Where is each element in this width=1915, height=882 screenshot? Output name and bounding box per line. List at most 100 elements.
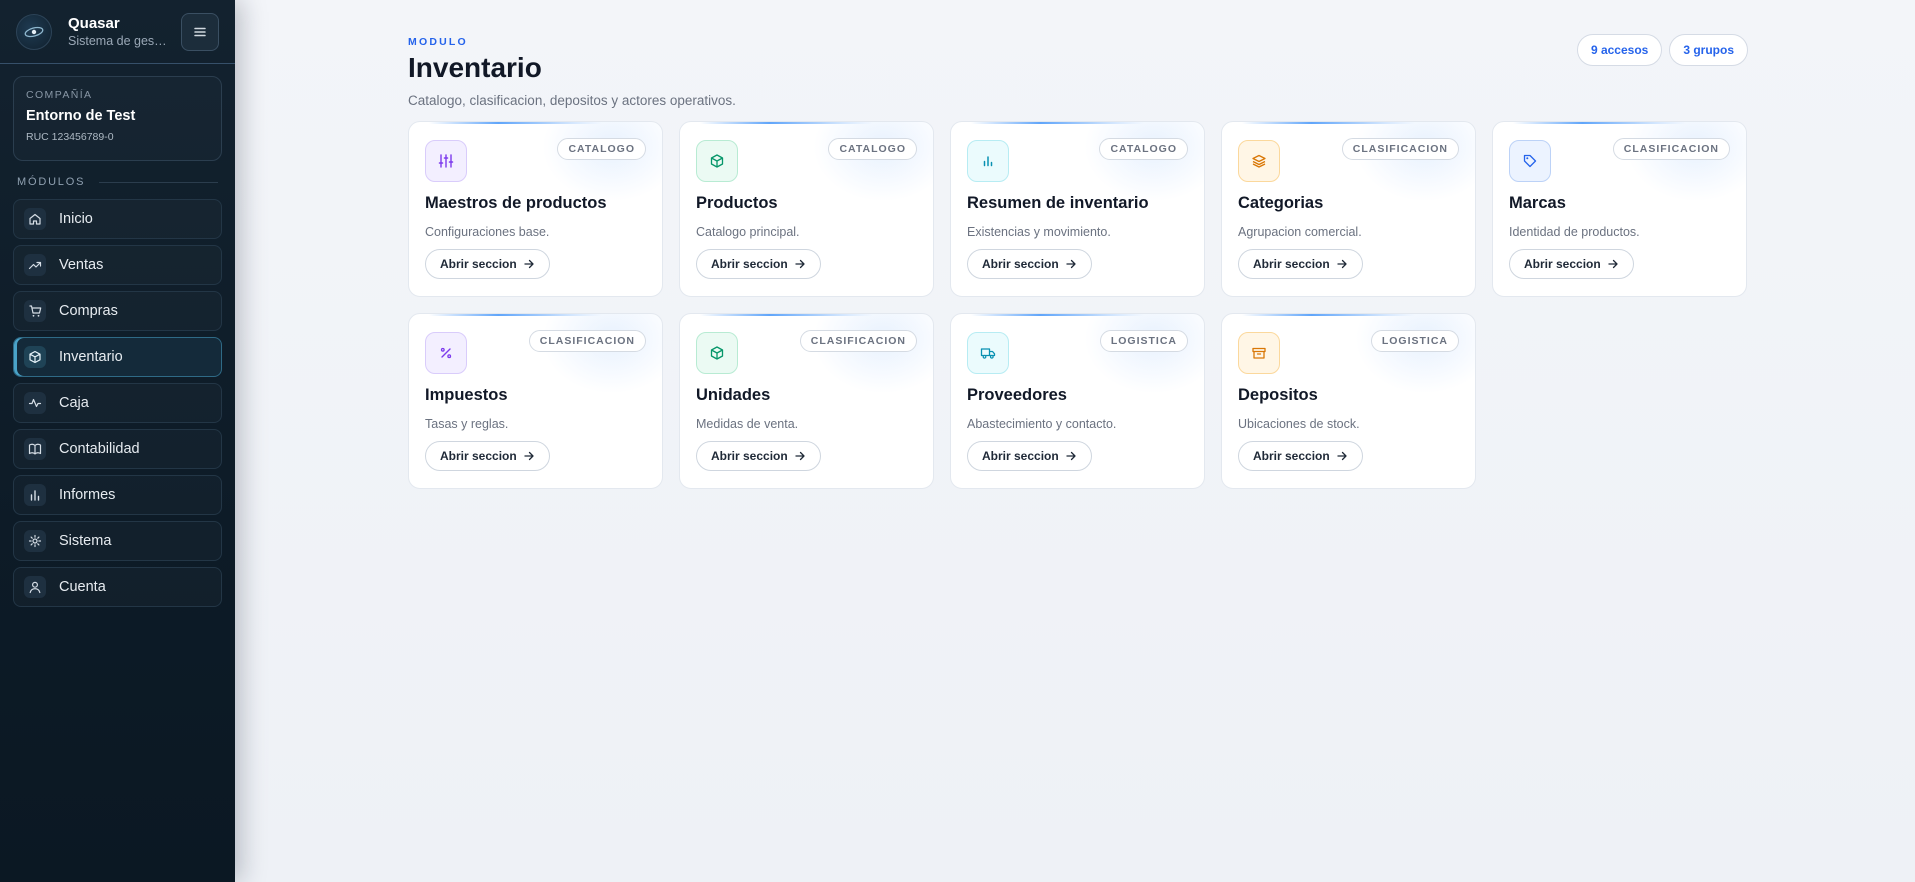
truck-icon — [967, 332, 1009, 374]
button-label: Abrir seccion — [440, 449, 517, 463]
company-name: Entorno de Test — [26, 108, 136, 124]
section-card-impuestos[interactable]: CLASIFICACION Impuestos Tasas y reglas. … — [408, 313, 663, 489]
section-card-productos[interactable]: CATALOGO Productos Catalogo principal. A… — [679, 121, 934, 297]
percent-icon — [425, 332, 467, 374]
card-title: Productos — [696, 194, 778, 212]
sidebar-item-label: Contabilidad — [59, 441, 140, 457]
open-section-button[interactable]: Abrir seccion — [425, 441, 550, 471]
category-badge: CATALOGO — [1099, 138, 1188, 160]
sidebar-item-inventario[interactable]: Inventario — [13, 337, 222, 377]
sidebar-item-label: Sistema — [59, 533, 112, 549]
page-header: MODULO Inventario Catalogo, clasificacio… — [408, 0, 1748, 120]
sidebar-item-informes[interactable]: Informes — [13, 475, 222, 515]
section-card-depositos[interactable]: LOGISTICA Depositos Ubicaciones de stock… — [1221, 313, 1476, 489]
brand-header: Quasar Sistema de gest... — [0, 0, 235, 64]
sidebar-item-label: Informes — [59, 487, 116, 503]
main-content: MODULO Inventario Catalogo, clasificacio… — [408, 0, 1748, 489]
card-description: Tasas y reglas. — [425, 417, 509, 431]
open-section-button[interactable]: Abrir seccion — [696, 441, 821, 471]
company-card[interactable]: COMPAÑÍA Entorno de Test RUC 123456789-0 — [13, 76, 222, 161]
open-section-button[interactable]: Abrir seccion — [967, 441, 1092, 471]
open-section-button[interactable]: Abrir seccion — [696, 249, 821, 279]
arrow-right-icon — [1065, 450, 1077, 462]
open-section-button[interactable]: Abrir seccion — [1509, 249, 1634, 279]
section-card-unidades[interactable]: CLASIFICACION Unidades Medidas de venta.… — [679, 313, 934, 489]
section-card-categorias[interactable]: CLASIFICACION Categorias Agrupacion come… — [1221, 121, 1476, 297]
open-section-button[interactable]: Abrir seccion — [1238, 249, 1363, 279]
brand-name: Quasar — [68, 15, 120, 32]
button-label: Abrir seccion — [1253, 449, 1330, 463]
sidebar-item-label: Ventas — [59, 257, 104, 273]
layers-icon — [1238, 140, 1280, 182]
archive-icon — [1238, 332, 1280, 374]
card-title: Maestros de productos — [425, 194, 607, 212]
section-card-proveedores[interactable]: LOGISTICA Proveedores Abastecimiento y c… — [950, 313, 1205, 489]
sidebar-item-caja[interactable]: Caja — [13, 383, 222, 423]
card-title: Unidades — [696, 386, 771, 404]
sidebar-item-ventas[interactable]: Ventas — [13, 245, 222, 285]
button-label: Abrir seccion — [711, 257, 788, 271]
sidebar-item-label: Compras — [59, 303, 118, 319]
activity-icon — [24, 392, 46, 414]
card-description: Existencias y movimiento. — [967, 225, 1111, 239]
divider — [99, 181, 218, 183]
menu-toggle-button[interactable] — [181, 12, 219, 51]
sidebar-item-contabilidad[interactable]: Contabilidad — [13, 429, 222, 469]
arrow-right-icon — [1065, 258, 1077, 270]
bar-chart-icon — [24, 484, 46, 506]
sidebar-item-cuenta[interactable]: Cuenta — [13, 567, 222, 607]
accesos-count-pill: 9 accesos — [1576, 34, 1663, 66]
gear-icon — [24, 530, 46, 552]
sidebar-item-label: Inventario — [59, 349, 123, 365]
button-label: Abrir seccion — [1253, 257, 1330, 271]
sidebar-item-label: Caja — [59, 395, 89, 411]
brand-subtitle: Sistema de gest... — [68, 34, 168, 48]
section-cards-grid: CATALOGO Maestros de productos Configura… — [408, 121, 1747, 489]
arrow-right-icon — [794, 258, 806, 270]
sliders-icon — [425, 140, 467, 182]
card-description: Agrupacion comercial. — [1238, 225, 1362, 239]
category-badge: CLASIFICACION — [528, 330, 646, 352]
section-card-marcas[interactable]: CLASIFICACION Marcas Identidad de produc… — [1492, 121, 1747, 297]
category-badge: LOGISTICA — [1370, 330, 1459, 352]
open-section-button[interactable]: Abrir seccion — [425, 249, 550, 279]
card-description: Abastecimiento y contacto. — [967, 417, 1117, 431]
arrow-right-icon — [1336, 258, 1348, 270]
box-icon — [24, 346, 46, 368]
bar-chart-icon — [967, 140, 1009, 182]
sidebar-item-inicio[interactable]: Inicio — [13, 199, 222, 239]
sidebar-item-label: Cuenta — [59, 579, 106, 595]
card-description: Medidas de venta. — [696, 417, 799, 431]
card-title: Resumen de inventario — [967, 194, 1149, 212]
sidebar-item-compras[interactable]: Compras — [13, 291, 222, 331]
company-label: COMPAÑÍA — [26, 89, 93, 101]
arrow-right-icon — [1607, 258, 1619, 270]
button-label: Abrir seccion — [711, 449, 788, 463]
sidebar-item-label: Inicio — [59, 211, 93, 227]
category-badge: CLASIFICACION — [1341, 138, 1459, 160]
card-title: Impuestos — [425, 386, 508, 404]
box-icon — [696, 140, 738, 182]
arrow-right-icon — [523, 450, 535, 462]
modules-label: MÓDULOS — [17, 176, 86, 188]
section-card-maestros-de-productos[interactable]: CATALOGO Maestros de productos Configura… — [408, 121, 663, 297]
category-badge: LOGISTICA — [1099, 330, 1188, 352]
category-badge: CLASIFICACION — [799, 330, 917, 352]
cart-icon — [24, 300, 46, 322]
card-title: Depositos — [1238, 386, 1318, 404]
open-section-button[interactable]: Abrir seccion — [1238, 441, 1363, 471]
sidebar: Quasar Sistema de gest... COMPAÑÍA Entor… — [0, 0, 235, 882]
card-title: Marcas — [1509, 194, 1566, 212]
section-card-resumen-de-inventario[interactable]: CATALOGO Resumen de inventario Existenci… — [950, 121, 1205, 297]
sidebar-item-sistema[interactable]: Sistema — [13, 521, 222, 561]
summary-pills: 9 accesos 3 grupos — [1576, 34, 1748, 66]
user-icon — [24, 576, 46, 598]
tag-icon — [1509, 140, 1551, 182]
open-section-button[interactable]: Abrir seccion — [967, 249, 1092, 279]
modules-section-header: MÓDULOS — [17, 176, 218, 188]
page-overline: MODULO — [408, 36, 468, 48]
card-description: Configuraciones base. — [425, 225, 550, 239]
card-description: Ubicaciones de stock. — [1238, 417, 1360, 431]
card-description: Catalogo principal. — [696, 225, 800, 239]
grupos-count-pill: 3 grupos — [1669, 34, 1748, 66]
